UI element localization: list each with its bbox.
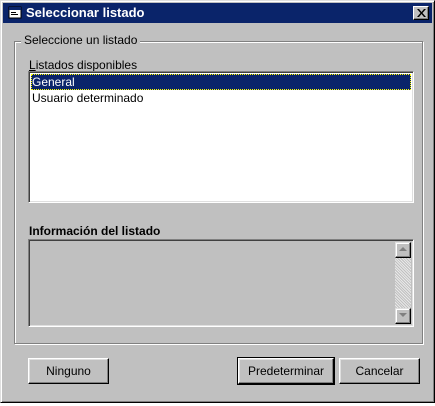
list-item-general[interactable]: General [31,74,411,90]
available-lists-label: Listados disponibles [29,58,137,72]
scroll-up-button[interactable] [395,242,411,258]
close-button[interactable] [413,6,429,20]
window-title: Seleccionar listado [26,5,145,20]
available-lists-listbox[interactable]: General Usuario determinado [28,71,414,203]
dialog-window: Seleccionar listado Seleccione un listad… [0,0,435,403]
info-scrollbar[interactable] [395,242,411,324]
cancel-button[interactable]: Cancelar [339,358,420,384]
list-info-textarea[interactable] [28,239,414,327]
app-window-icon [8,6,22,19]
group-legend: Seleccione un listado [21,33,141,47]
close-icon [417,9,426,17]
title-bar[interactable]: Seleccionar listado [3,3,432,23]
label-access-key: L [29,58,36,72]
arrow-down-icon [399,313,407,317]
label-rest: istados disponibles [35,58,138,72]
arrow-up-icon [399,247,407,251]
none-button[interactable]: Ninguno [28,358,109,384]
set-default-button[interactable]: Predeterminar [237,357,335,385]
scroll-down-button[interactable] [395,308,411,324]
list-item-usuario-determinado[interactable]: Usuario determinado [31,90,411,106]
list-info-label: Información del listado [29,224,161,238]
